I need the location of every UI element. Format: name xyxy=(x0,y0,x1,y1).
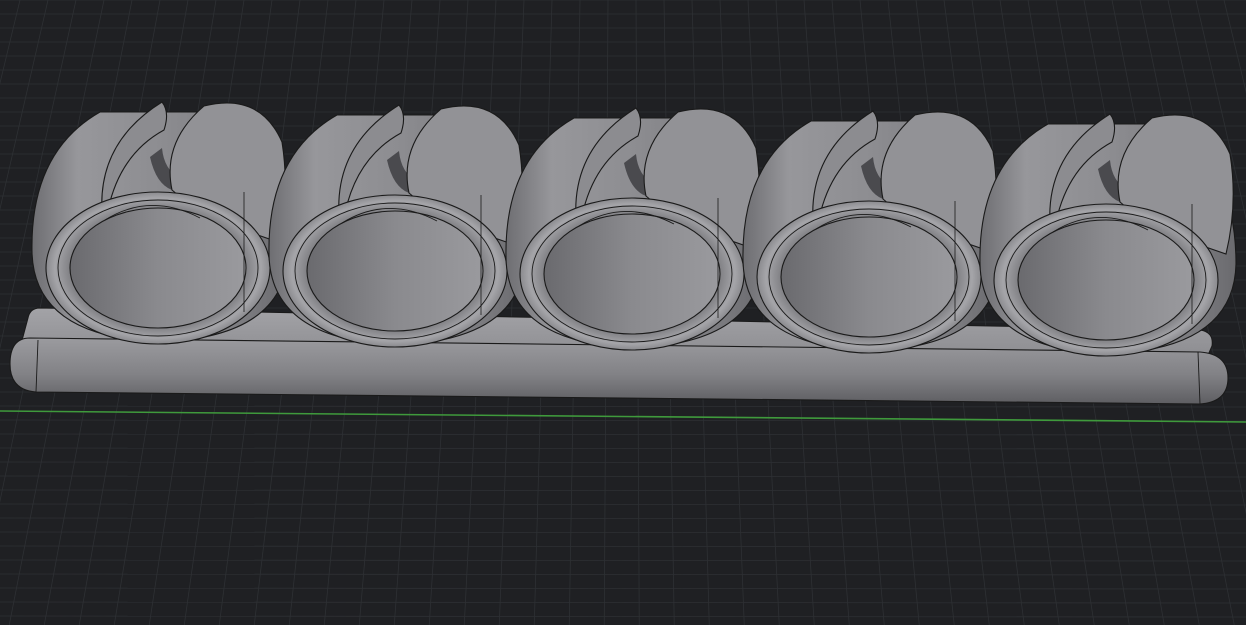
viewport-scene[interactable] xyxy=(0,0,1246,625)
grid-line-v xyxy=(498,0,525,625)
clip-inner-bore xyxy=(306,210,484,332)
grid-line-h xyxy=(0,587,1246,590)
clip-inner-bore xyxy=(1017,219,1195,341)
clip-inner-bore xyxy=(780,216,958,338)
grid-line-v xyxy=(0,0,21,85)
grid-line-h xyxy=(0,573,1246,576)
cable-clip[interactable] xyxy=(505,107,763,351)
grid-line-h xyxy=(0,601,1246,604)
clip-inner-bore xyxy=(69,207,247,329)
grid-line-h xyxy=(0,489,1246,492)
cable-clip-model[interactable] xyxy=(9,101,1237,405)
3d-viewport[interactable] xyxy=(0,0,1246,625)
grid-line-h xyxy=(0,545,1246,548)
grid-line-v xyxy=(1223,0,1246,94)
grid-line-h xyxy=(0,517,1246,520)
grid-line-h xyxy=(0,475,1246,478)
cable-clip[interactable] xyxy=(31,101,289,345)
grid-line-h xyxy=(0,615,1246,618)
grid-line-h xyxy=(0,405,1246,408)
grid-line-h xyxy=(0,559,1246,562)
grid-line-h xyxy=(0,503,1246,506)
cable-clip[interactable] xyxy=(742,110,1000,354)
grid-line-h xyxy=(0,447,1246,450)
clip-inner-bore xyxy=(543,213,721,335)
grid-line-h xyxy=(0,433,1246,436)
grid-line-h xyxy=(0,531,1246,534)
cable-clip[interactable] xyxy=(268,104,526,348)
cable-clip[interactable] xyxy=(979,113,1237,357)
grid-line-h xyxy=(0,461,1246,464)
